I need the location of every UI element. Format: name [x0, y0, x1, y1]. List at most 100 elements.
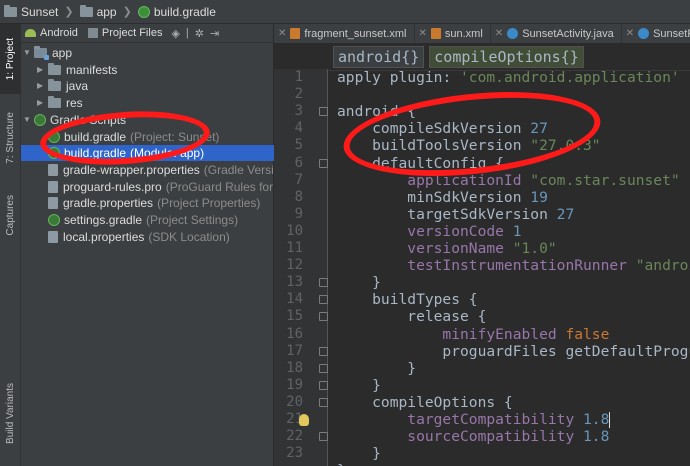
code-area[interactable]: apply plugin: 'com.android.application' a… [337, 69, 690, 466]
chevron-right-icon[interactable]: ▶ [37, 62, 45, 78]
code-line[interactable]: targetSdkVersion 27 [337, 206, 574, 224]
breadcrumb-android[interactable]: android{} [333, 46, 425, 68]
code-line[interactable]: proguardFiles getDefaultProguardFile( [337, 343, 690, 361]
code-line[interactable]: defaultConfig { [337, 155, 504, 173]
chevron-down-icon[interactable]: ▼ [23, 45, 31, 61]
code-line[interactable]: sourceCompatibility 1.8 [337, 428, 609, 446]
line-number: 7 [294, 171, 303, 188]
tree-item[interactable]: local.properties (SDK Location) [21, 229, 230, 245]
code-line[interactable]: apply plugin: 'com.android.application' [337, 69, 680, 87]
editor-tab-label: sun.xml [444, 27, 483, 40]
chevron-right-icon[interactable]: ▶ [37, 78, 45, 94]
fold-marker-icon[interactable] [319, 380, 328, 390]
breadcrumb-sunset[interactable]: Sunset ❯ [4, 4, 80, 19]
tree-item[interactable]: settings.gradle (Project Settings) [21, 212, 238, 228]
fold-marker-icon[interactable] [319, 107, 328, 117]
tree-item[interactable]: ▼ Gradle Scripts [21, 112, 126, 128]
close-icon[interactable]: ✕ [495, 28, 503, 39]
line-number: 10 [286, 222, 303, 239]
properties-file-icon [48, 230, 58, 243]
line-number: 15 [286, 308, 303, 325]
tree-item[interactable]: ▶ manifests [21, 62, 117, 78]
gradle-icon [48, 147, 60, 160]
code-line[interactable]: applicationId "com.star.sunset" [337, 172, 679, 190]
hide-icon[interactable]: ⇥ [207, 27, 222, 40]
properties-file-icon [48, 163, 58, 176]
view-selector[interactable]: Android [21, 27, 84, 39]
code-line[interactable]: } [337, 274, 381, 292]
fold-marker-icon[interactable] [319, 278, 328, 288]
code-line[interactable]: minifyEnabled false [337, 326, 609, 344]
code-line[interactable]: minSdkVersion 19 [337, 189, 548, 207]
code-line[interactable]: versionName "1.0" [337, 240, 556, 258]
line-number: 13 [286, 274, 303, 291]
java-class-icon [507, 28, 519, 39]
code-line[interactable]: } [337, 360, 416, 378]
fold-marker-icon[interactable] [319, 158, 328, 168]
fold-marker-icon[interactable] [319, 397, 328, 407]
close-icon[interactable]: ✕ [278, 28, 286, 39]
tool-tab-build-variants[interactable]: Build Variants [0, 370, 21, 456]
code-token: minifyEnabled [337, 325, 566, 343]
editor-tab[interactable]: ✕ SunsetFragment.java [622, 24, 690, 43]
editor-tab[interactable]: ✕ SunsetActivity.java [491, 24, 622, 43]
tree-item[interactable]: ▶ res [21, 95, 83, 111]
code-token: false [565, 325, 610, 343]
tool-tab-project[interactable]: 1: Project [0, 24, 21, 94]
chevron-down-icon[interactable]: ▼ [23, 112, 31, 128]
breadcrumb-compile-options[interactable]: compileOptions{} [429, 46, 584, 68]
code-line[interactable]: buildTypes { [337, 291, 477, 309]
editor-tab-label: SunsetFragment.java [653, 27, 690, 40]
module-folder-icon [79, 4, 93, 17]
code-token: "android.support.test.runner.AndroidJUni… [635, 257, 690, 275]
tree-item[interactable]: ▼ app [21, 45, 72, 61]
code-line[interactable]: android { [337, 103, 416, 121]
fold-marker-icon[interactable] [319, 363, 328, 373]
fold-marker-icon[interactable] [319, 346, 328, 356]
fold-marker-icon[interactable] [319, 295, 328, 305]
lightbulb-icon[interactable] [299, 414, 309, 426]
code-line[interactable]: compileOptions { [337, 394, 513, 412]
project-files-tab[interactable]: Project Files [84, 27, 169, 39]
tree-item[interactable]: build.gradle (Project: Sunset) [21, 129, 219, 145]
code-line[interactable]: targetCompatibility 1.8 [337, 411, 611, 429]
breadcrumb-build-gradle[interactable]: build.gradle [137, 5, 216, 19]
scroll-from-source-icon[interactable]: ◈ [168, 27, 182, 40]
tree-item[interactable]: ▶ java [21, 78, 88, 94]
code-line[interactable]: testInstrumentationRunner "android.suppo… [337, 257, 690, 275]
line-number: 3 [294, 103, 303, 120]
tree-item[interactable]: proguard-rules.pro (ProGuard Rules for ap… [21, 179, 300, 195]
tree-item[interactable]: gradle.properties (Project Properties) [21, 195, 260, 211]
editor-tab[interactable]: ✕ sun.xml [415, 24, 491, 43]
code-line[interactable]: buildToolsVersion "27.0.3" [337, 137, 600, 155]
tree-item[interactable]: build.gradle (Module: app) [21, 145, 289, 162]
fold-marker-icon[interactable] [319, 312, 328, 322]
java-class-icon [638, 28, 650, 39]
editor-tab[interactable]: ✕ fragment_sunset.xml [274, 24, 415, 43]
gear-icon[interactable]: ✲ [192, 27, 207, 40]
code-line[interactable]: } [337, 445, 381, 463]
view-selector-label: Android [40, 27, 78, 39]
code-line[interactable]: versionCode 1 [337, 223, 521, 241]
code-token: compileOptions { [337, 393, 513, 411]
breadcrumb-label: app [96, 4, 117, 19]
tool-tab-structure[interactable]: 7: Structure [0, 98, 21, 178]
tree-item-label: manifests [66, 62, 118, 77]
tree-item[interactable]: gradle-wrapper.properties (Gradle Version… [21, 162, 291, 178]
code-token: sourceCompatibility [337, 428, 584, 446]
close-icon[interactable]: ✕ [626, 28, 634, 39]
code-line[interactable]: } [337, 377, 381, 395]
code-token: } [337, 462, 346, 466]
tool-tab-captures[interactable]: Captures [0, 184, 21, 246]
line-number: 11 [286, 240, 303, 256]
breadcrumb-app[interactable]: app ❯ [79, 4, 138, 19]
code-line[interactable]: release { [337, 308, 486, 326]
close-icon[interactable]: ✕ [419, 28, 427, 39]
line-number: 9 [294, 205, 303, 222]
line-number: 1 [294, 69, 303, 85]
chevron-right-icon[interactable]: ▶ [37, 95, 45, 111]
fold-marker-icon[interactable] [319, 432, 328, 442]
line-number: 19 [286, 376, 303, 393]
code-line[interactable]: compileSdkVersion 27 [337, 120, 548, 138]
code-line[interactable]: } [337, 462, 346, 466]
